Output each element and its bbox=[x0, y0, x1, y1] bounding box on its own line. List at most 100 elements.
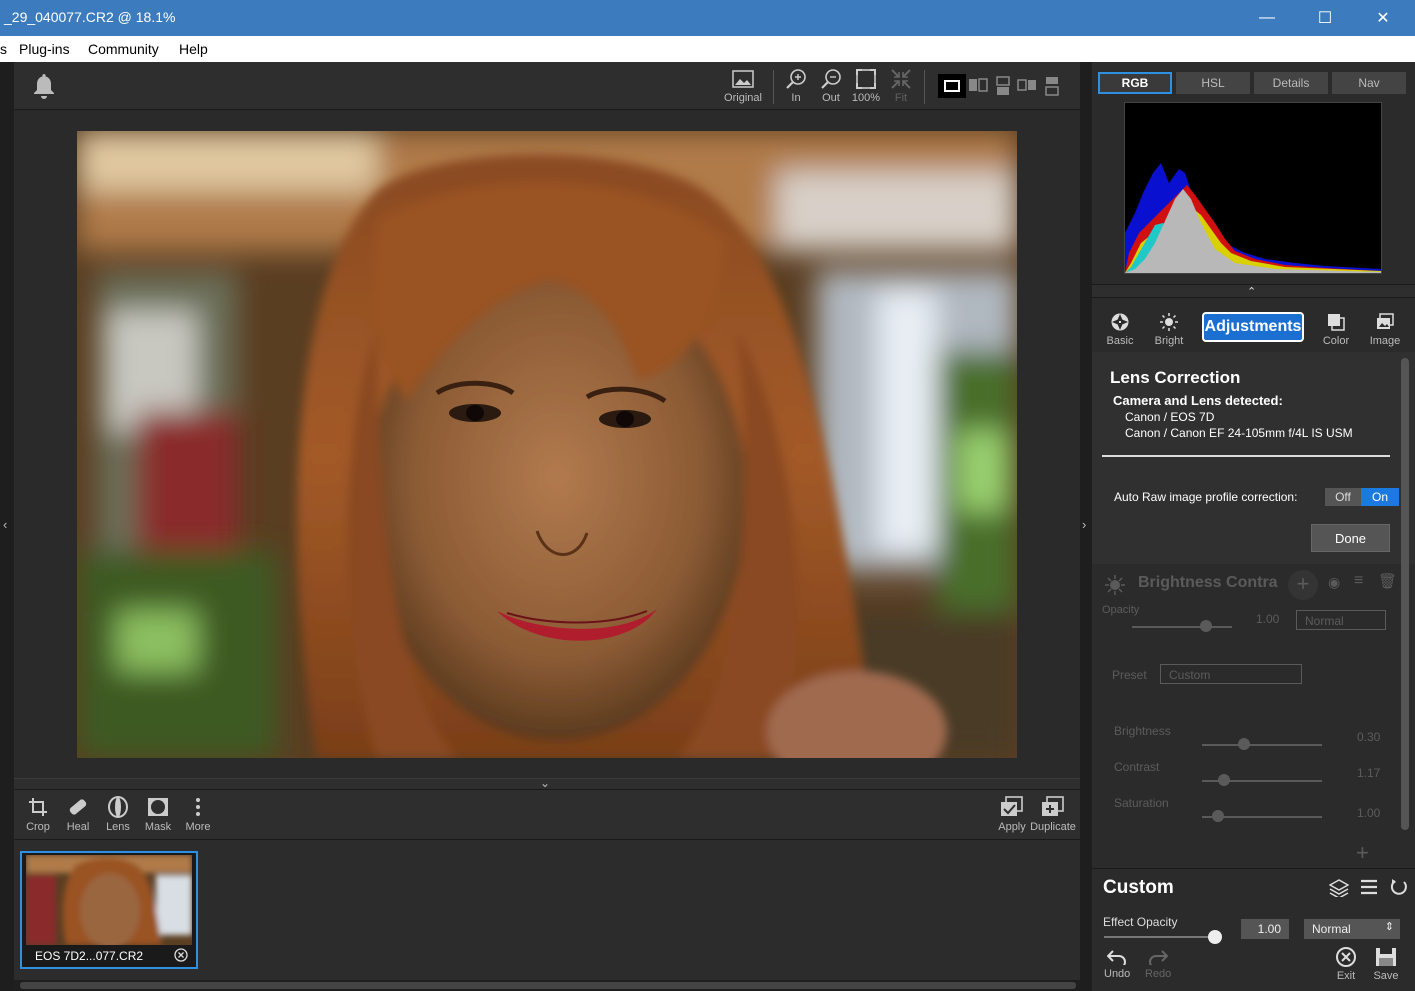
tab-rgb[interactable]: RGB bbox=[1098, 72, 1172, 94]
menu-icon[interactable]: ≡ bbox=[1354, 572, 1363, 590]
photo-preview[interactable] bbox=[77, 131, 1017, 758]
saturation-slider-handle[interactable] bbox=[1212, 810, 1224, 822]
module-bright[interactable]: Bright bbox=[1154, 312, 1184, 347]
fit-icon bbox=[891, 69, 911, 89]
exit-button[interactable]: Exit bbox=[1333, 947, 1359, 982]
brightness-label: Brightness bbox=[1114, 724, 1171, 738]
crop-button[interactable]: Crop bbox=[24, 796, 52, 833]
crop-label: Crop bbox=[26, 821, 50, 833]
heal-button[interactable]: Heal bbox=[64, 796, 92, 833]
heal-label: Heal bbox=[66, 821, 90, 833]
redo-label: Redo bbox=[1145, 968, 1172, 980]
opacity-slider-handle[interactable] bbox=[1200, 620, 1212, 632]
auto-profile-off[interactable]: Off bbox=[1325, 488, 1361, 506]
effect-opacity-handle[interactable] bbox=[1208, 930, 1222, 944]
lens-button[interactable]: Lens bbox=[104, 796, 132, 833]
stacked-view-button[interactable] bbox=[1043, 76, 1061, 101]
module-adjustments[interactable]: Adjustments bbox=[1202, 312, 1304, 342]
undo-button[interactable]: Undo bbox=[1104, 949, 1130, 980]
chevron-up-icon[interactable]: ⌃ bbox=[1247, 285, 1256, 298]
contrast-slider-handle[interactable] bbox=[1218, 774, 1230, 786]
chevron-left-icon[interactable]: ‹ bbox=[3, 517, 7, 532]
effect-opacity-slider[interactable] bbox=[1104, 936, 1219, 938]
contrast-value[interactable]: 1.17 bbox=[1357, 766, 1380, 780]
add-icon[interactable]: + bbox=[1288, 570, 1318, 600]
mask-button[interactable]: Mask bbox=[144, 796, 172, 833]
save-button[interactable]: Save bbox=[1373, 947, 1399, 982]
zoom-in-button[interactable]: In bbox=[784, 66, 808, 104]
module-image[interactable]: Image bbox=[1368, 312, 1402, 347]
original-button[interactable]: Original bbox=[720, 66, 766, 104]
effect-opacity-value[interactable]: 1.00 bbox=[1241, 919, 1289, 939]
module-basic[interactable]: Basic bbox=[1106, 312, 1134, 347]
zoom-in-icon bbox=[786, 69, 806, 89]
module-color[interactable]: Color bbox=[1322, 312, 1350, 347]
layers-icon[interactable] bbox=[1329, 879, 1349, 897]
auto-profile-on[interactable]: On bbox=[1361, 488, 1399, 506]
saturation-value[interactable]: 1.00 bbox=[1357, 806, 1380, 820]
chevron-right-icon[interactable]: › bbox=[1082, 517, 1086, 532]
trash-icon[interactable]: 🗑 bbox=[1378, 572, 1397, 590]
brightness-value[interactable]: 0.30 bbox=[1357, 730, 1380, 744]
menu-item-s[interactable]: s bbox=[0, 41, 7, 57]
menu-item-community[interactable]: Community bbox=[88, 41, 159, 57]
notification-bell-icon[interactable] bbox=[32, 72, 56, 105]
tab-nav[interactable]: Nav bbox=[1332, 72, 1406, 94]
compare-horizontal-button[interactable] bbox=[994, 76, 1012, 101]
effect-blend-select[interactable]: Normal ⇕ bbox=[1304, 919, 1400, 939]
brightness-slider[interactable] bbox=[1202, 744, 1322, 746]
horizontal-scrollbar[interactable] bbox=[14, 980, 1080, 991]
thumbnail-image bbox=[26, 855, 192, 945]
mask-icon bbox=[148, 798, 168, 816]
close-button[interactable]: ✕ bbox=[1354, 0, 1412, 36]
save-label: Save bbox=[1373, 970, 1399, 982]
blend-mode-select[interactable]: Normal bbox=[1296, 610, 1386, 630]
apply-button[interactable]: Apply bbox=[996, 796, 1028, 833]
fit-button[interactable]: Fit bbox=[888, 66, 914, 104]
image-canvas[interactable] bbox=[14, 110, 1080, 778]
reset-icon[interactable] bbox=[1390, 878, 1408, 896]
close-circle-icon[interactable] bbox=[174, 948, 188, 962]
brightness-slider-handle[interactable] bbox=[1238, 738, 1250, 750]
side-by-side-button[interactable] bbox=[1017, 76, 1037, 99]
eye-icon[interactable]: ◉ bbox=[1328, 574, 1340, 591]
filmstrip-thumbnail[interactable]: EOS 7D2...077.CR2 bbox=[20, 851, 198, 969]
right-panel-toggle-strip[interactable]: › bbox=[1080, 62, 1092, 991]
sun-icon bbox=[1160, 313, 1178, 331]
more-vertical-icon bbox=[196, 798, 200, 816]
filmstrip-collapse-bar[interactable]: ⌄ bbox=[14, 776, 1080, 790]
vertical-scrollbar[interactable] bbox=[1401, 358, 1409, 830]
zoom-100-button[interactable]: 100% bbox=[850, 66, 882, 104]
done-button[interactable]: Done bbox=[1311, 524, 1390, 552]
lens-icon bbox=[108, 796, 128, 818]
single-view-button[interactable] bbox=[938, 74, 966, 98]
left-panel-toggle-strip[interactable]: ‹ bbox=[0, 62, 14, 991]
side-by-side-icon bbox=[1017, 79, 1036, 91]
exit-label: Exit bbox=[1336, 970, 1356, 982]
zoom-out-button[interactable]: Out bbox=[818, 66, 844, 104]
minimize-button[interactable]: — bbox=[1238, 0, 1296, 36]
module-bright-label: Bright bbox=[1154, 335, 1184, 347]
menu-item-help[interactable]: Help bbox=[179, 41, 208, 57]
split-vertical-icon bbox=[969, 78, 988, 92]
detected-label: Camera and Lens detected: bbox=[1113, 393, 1283, 408]
histogram-collapse-bar[interactable]: ⌃ bbox=[1092, 284, 1415, 298]
redo-button[interactable]: Redo bbox=[1145, 949, 1171, 980]
zoom-in-label: In bbox=[791, 92, 801, 104]
more-button[interactable]: More bbox=[184, 796, 212, 833]
preset-select[interactable]: Custom bbox=[1160, 664, 1302, 684]
compare-vertical-button[interactable] bbox=[968, 76, 988, 99]
chevron-down-icon[interactable]: ⌄ bbox=[540, 776, 550, 790]
opacity-slider[interactable] bbox=[1132, 626, 1232, 628]
tab-details[interactable]: Details bbox=[1254, 72, 1328, 94]
duplicate-button[interactable]: Duplicate bbox=[1028, 796, 1078, 833]
scrollbar-thumb[interactable] bbox=[20, 982, 1076, 989]
maximize-button[interactable]: ☐ bbox=[1296, 0, 1354, 36]
tab-hsl[interactable]: HSL bbox=[1176, 72, 1250, 94]
add-adjustment-icon[interactable]: + bbox=[1356, 840, 1369, 866]
menu-icon[interactable] bbox=[1360, 879, 1378, 895]
opacity-value[interactable]: 1.00 bbox=[1256, 612, 1279, 626]
custom-title: Custom bbox=[1103, 877, 1174, 898]
effect-opacity-label: Effect Opacity bbox=[1103, 915, 1178, 929]
menu-item-plugins[interactable]: Plug-ins bbox=[19, 41, 70, 57]
